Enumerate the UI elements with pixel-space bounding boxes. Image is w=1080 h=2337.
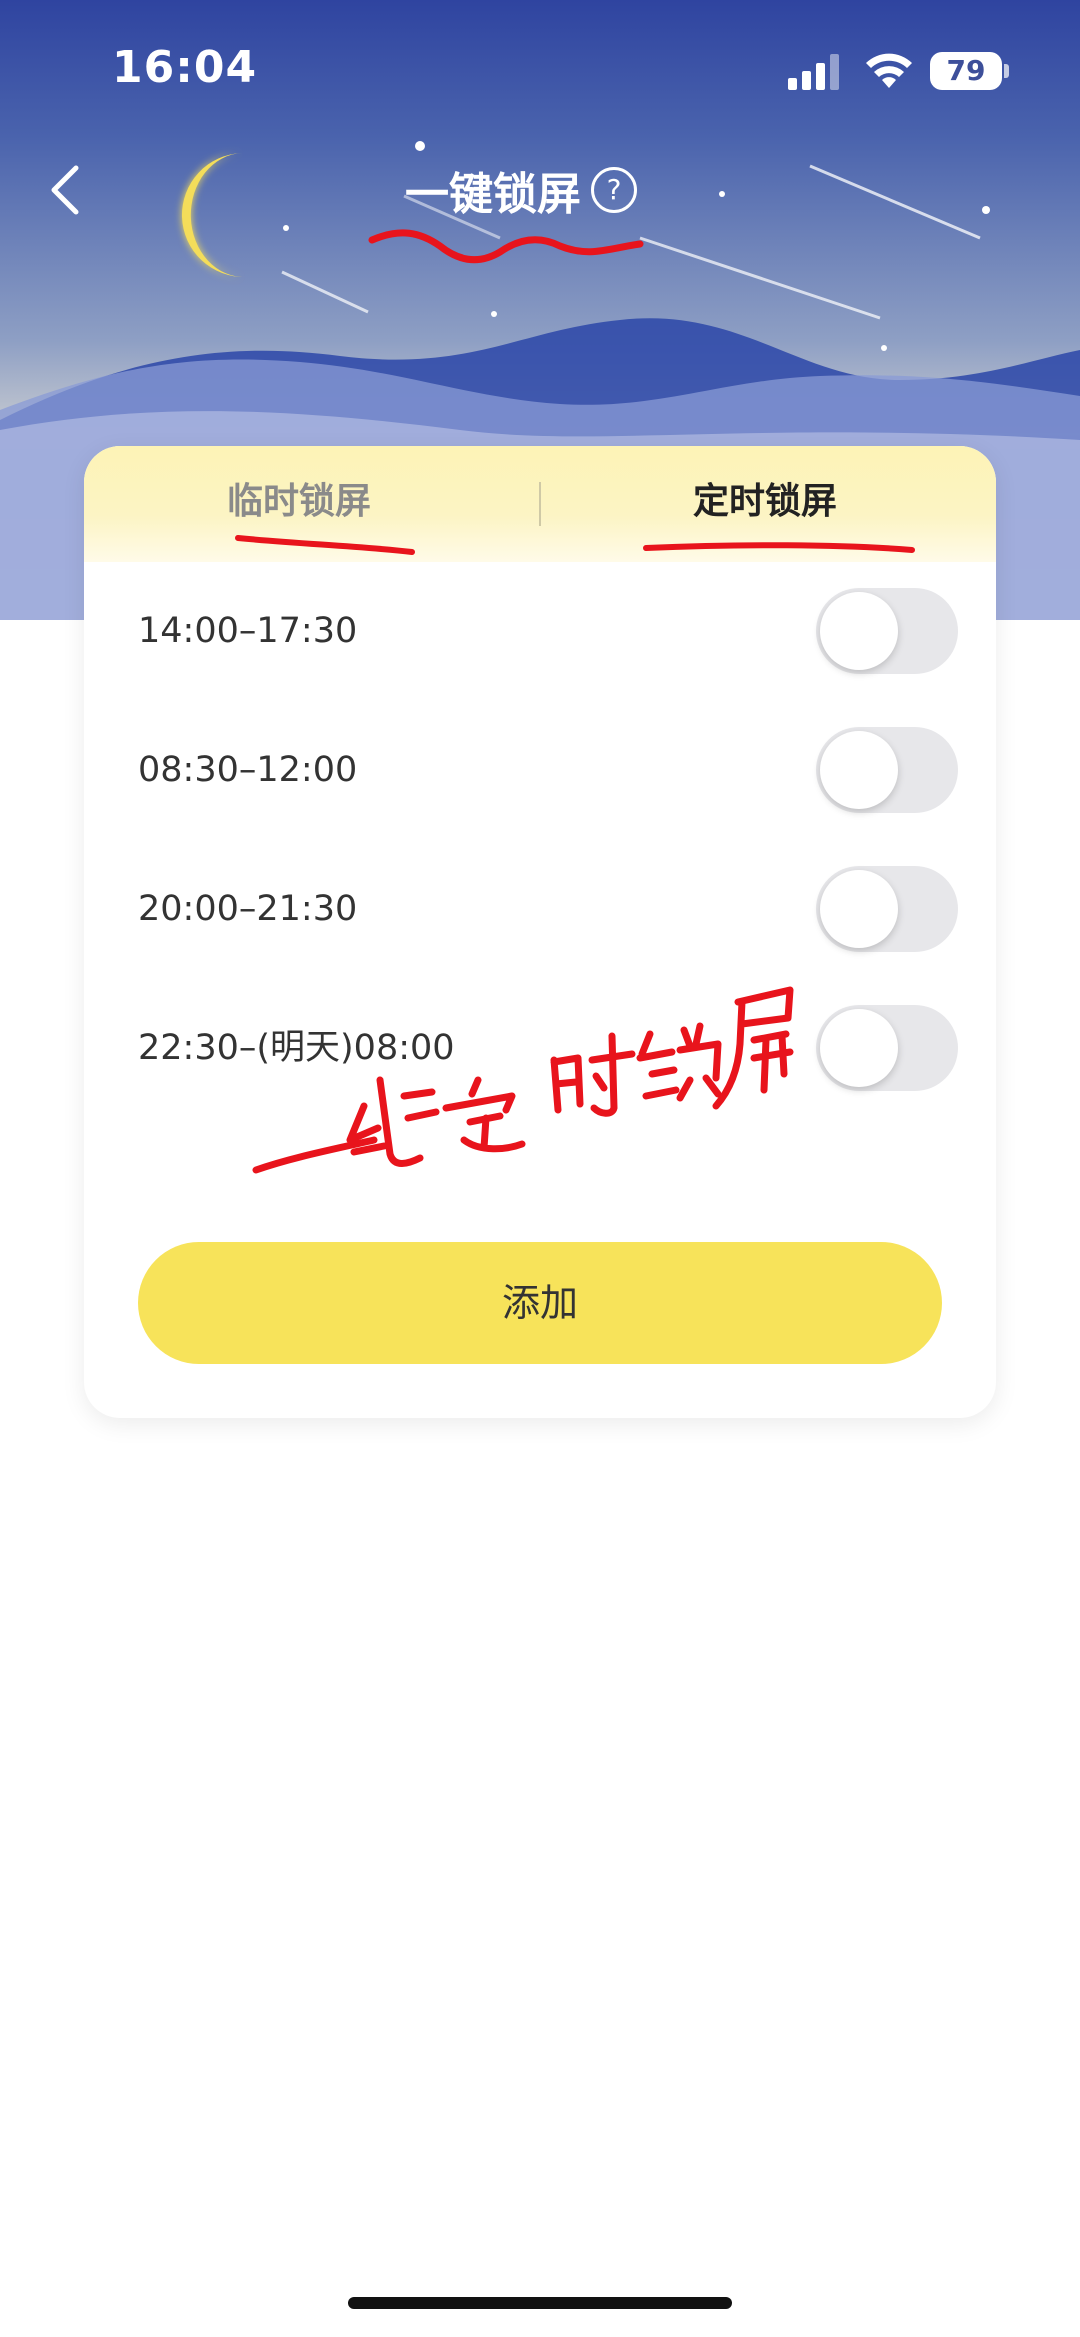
question-circle-icon[interactable]: ?: [591, 167, 637, 213]
tab-scheduled-lock[interactable]: 定时锁屏: [650, 446, 880, 562]
schedule-time-range: 20:00–21:30: [138, 889, 358, 929]
page-header: 一键锁屏 ?: [405, 160, 637, 220]
back-icon[interactable]: [40, 160, 90, 220]
add-schedule-button[interactable]: 添加: [138, 1242, 942, 1364]
toggle-knob: [820, 731, 898, 809]
schedule-toggle[interactable]: [816, 866, 958, 952]
cellular-signal-icon: [788, 54, 839, 90]
battery-tip: [1004, 64, 1009, 78]
schedule-toggle[interactable]: [816, 588, 958, 674]
tab-divider: [539, 482, 541, 526]
schedule-row: 14:00–17:30: [138, 586, 958, 676]
schedule-time-range: 08:30–12:00: [138, 750, 358, 790]
schedule-row: 20:00–21:30: [138, 864, 958, 954]
crescent-moon-icon: [181, 153, 246, 278]
wifi-icon: [866, 53, 912, 88]
tab-bar: 临时锁屏 定时锁屏: [84, 446, 996, 562]
battery-icon: 79: [930, 52, 1002, 90]
schedule-toggle[interactable]: [816, 727, 958, 813]
status-bar: 16:04 79: [0, 0, 1080, 140]
lock-settings-card: 临时锁屏 定时锁屏 14:00–17:30 08:30–12:00 20:00–…: [84, 446, 996, 1418]
schedule-row: 22:30–(明天)08:00: [138, 1003, 958, 1093]
status-time: 16:04: [112, 42, 258, 93]
toggle-knob: [820, 592, 898, 670]
tab-temporary-lock[interactable]: 临时锁屏: [184, 446, 414, 562]
schedule-time-range: 14:00–17:30: [138, 611, 358, 651]
schedule-toggle[interactable]: [816, 1005, 958, 1091]
schedule-row: 08:30–12:00: [138, 725, 958, 815]
page-title: 一键锁屏: [405, 169, 581, 220]
toggle-knob: [820, 1009, 898, 1087]
toggle-knob: [820, 870, 898, 948]
schedule-time-range: 22:30–(明天)08:00: [138, 1028, 455, 1068]
home-indicator: [348, 2297, 732, 2309]
